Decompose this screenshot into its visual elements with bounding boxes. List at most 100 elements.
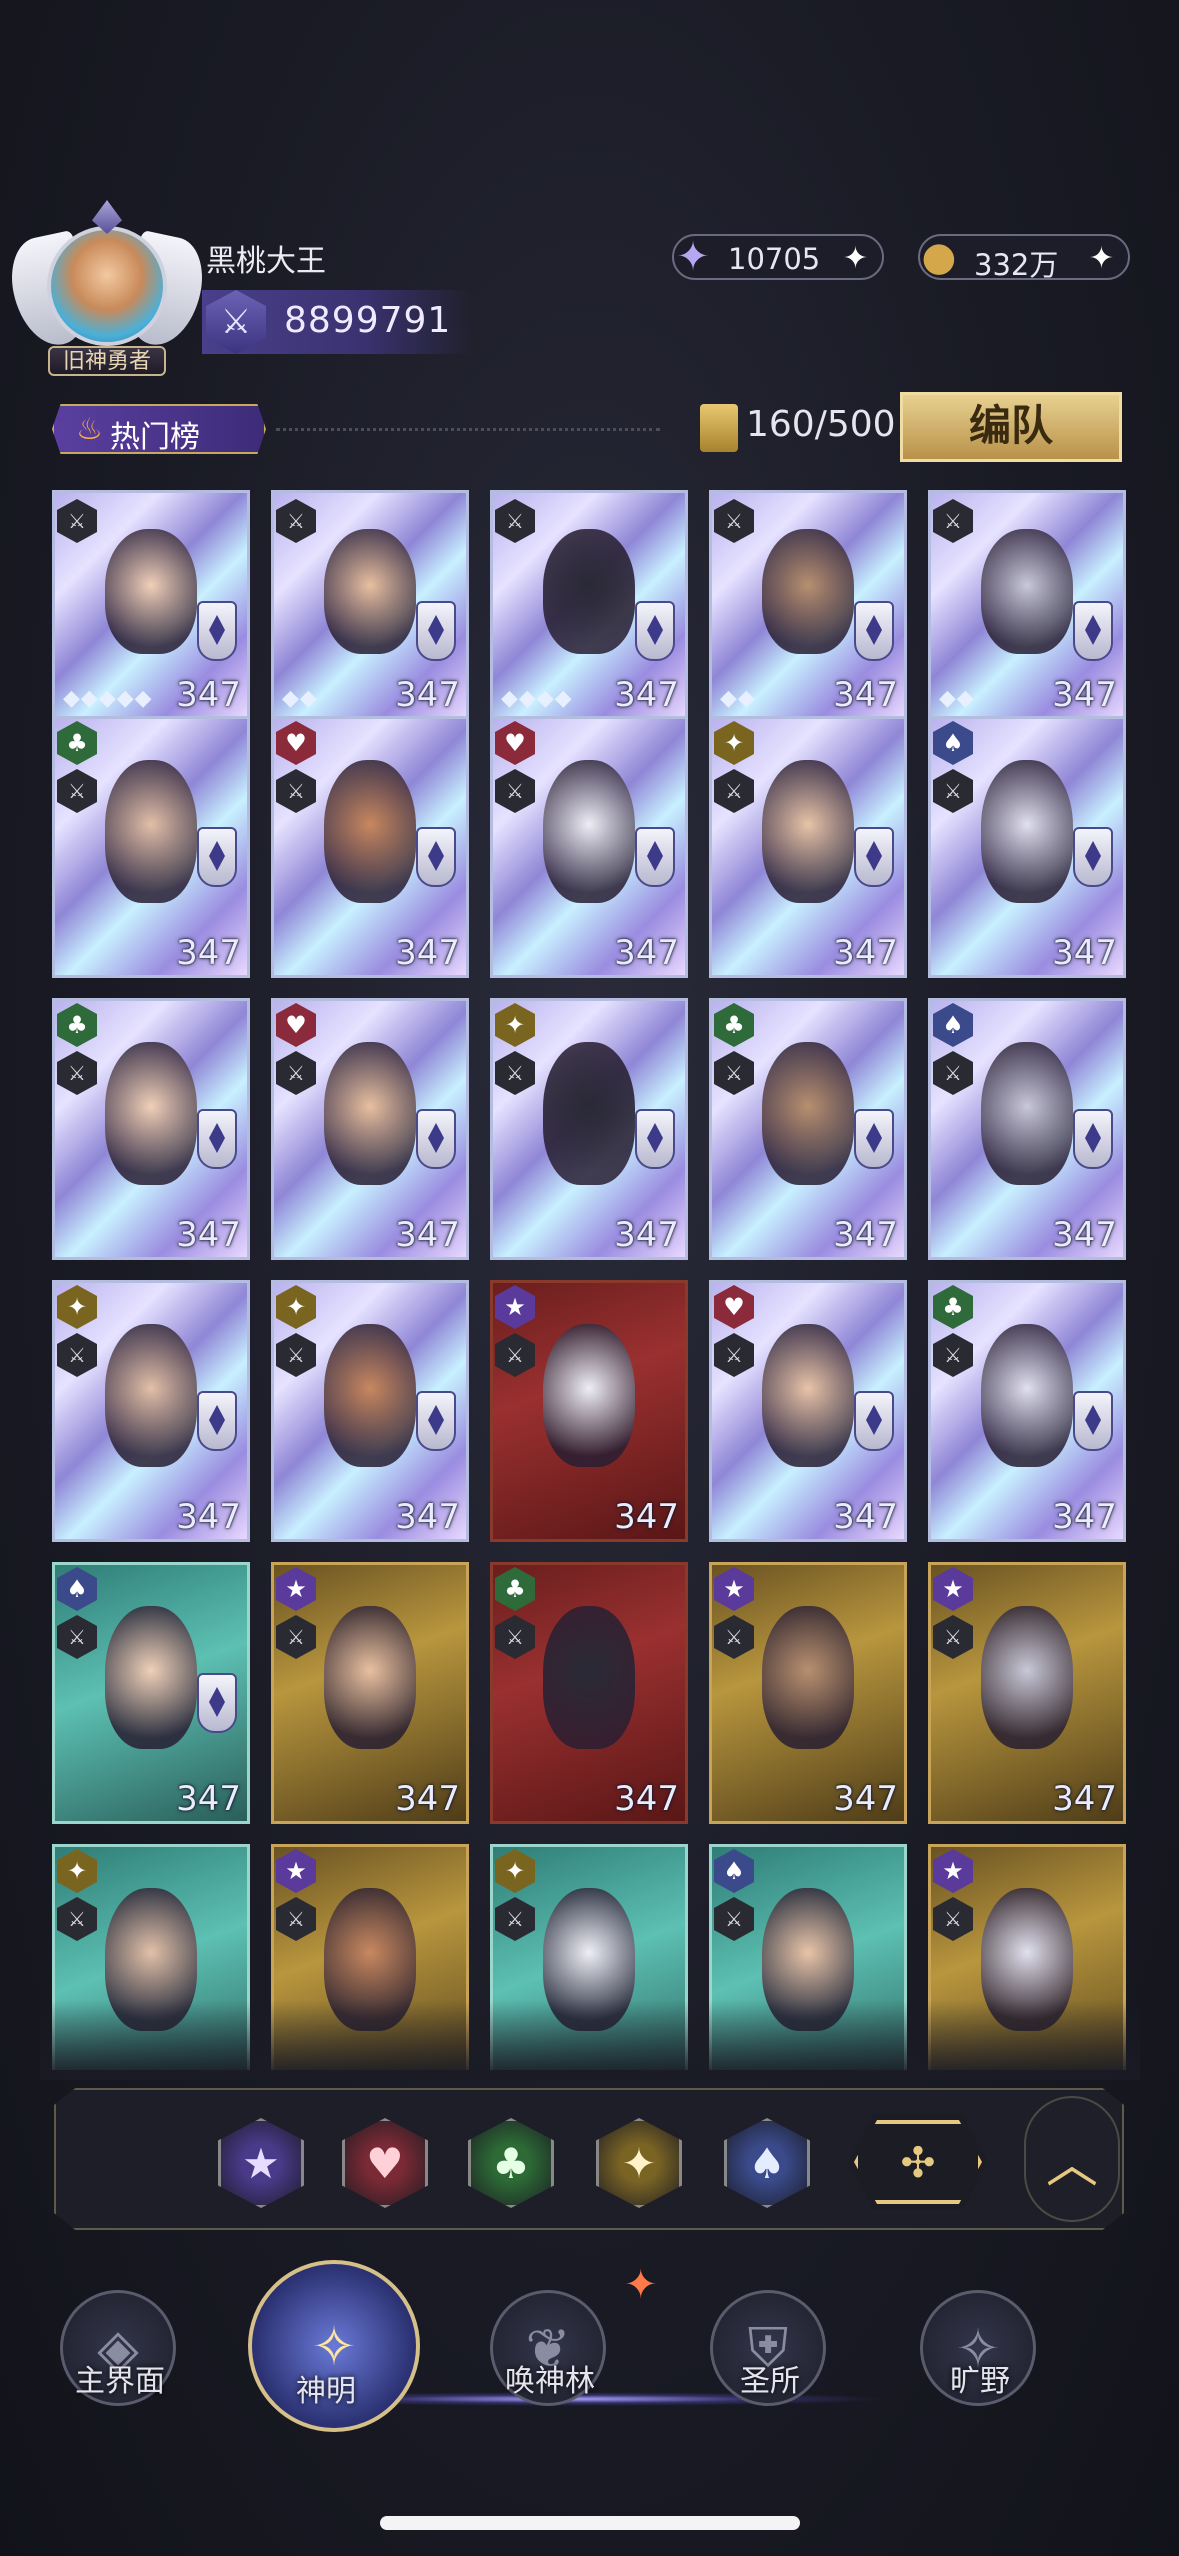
god-card[interactable]: ♣ ⚔ 347 — [52, 998, 250, 1260]
card-level: 347 — [395, 1497, 460, 1537]
god-card[interactable]: ✦ ⚔ 347 — [271, 1280, 469, 1542]
diamond-icon: ✦ — [621, 2138, 657, 2188]
god-card[interactable]: ★ ⚔ 347 — [490, 1280, 688, 1542]
god-card[interactable]: ★ ⚔ 347 — [271, 1562, 469, 1824]
god-card[interactable]: ✦ ⚔ 347 — [52, 1280, 250, 1542]
coin-value: 332万 — [974, 248, 1059, 282]
rank-shield-icon — [635, 1109, 675, 1169]
card-level: 347 — [1052, 1497, 1117, 1537]
rank-shield-icon — [197, 1391, 237, 1451]
collapse-filter-button[interactable]: ︿ — [1024, 2096, 1120, 2222]
club-icon: ♣ — [492, 2138, 530, 2188]
all-filter-button[interactable]: ✣ — [848, 2114, 988, 2210]
gold-coin-icon: ● — [921, 234, 957, 280]
rank-shield-icon — [635, 601, 675, 661]
god-card[interactable]: ⚔ ◆◆◆◆ 347 — [490, 490, 688, 720]
team-formation-button[interactable]: 编队 — [900, 392, 1122, 462]
character-portrait — [542, 1605, 636, 1750]
hot-ranking-tab[interactable]: ♨ 热门榜 — [52, 404, 266, 454]
nav-gods-card[interactable]: ✧ 神明 — [226, 2258, 426, 2448]
card-level: 347 — [833, 1779, 898, 1819]
character-portrait — [323, 528, 417, 655]
rank-shield-icon — [854, 827, 894, 887]
card-capacity-icon — [700, 404, 738, 452]
god-card[interactable]: ⚔ ◆◆ 347 — [928, 490, 1126, 720]
god-card[interactable]: ♣ ⚔ 347 — [52, 716, 250, 978]
card-level: 347 — [614, 1779, 679, 1819]
crystal-value: 10705 — [728, 242, 821, 276]
nav-compass[interactable]: ✧ 旷野 — [880, 2260, 1080, 2450]
god-card[interactable]: ♣ ⚔ 347 — [709, 998, 907, 1260]
all-suits-icon: ✣ — [900, 2137, 936, 2187]
nav-summon-tree[interactable]: ❦ 唤神林 — [450, 2260, 650, 2450]
rank-shield-icon — [635, 827, 675, 887]
god-card[interactable]: ♥ ⚔ 347 — [271, 998, 469, 1260]
card-level: 347 — [1052, 1779, 1117, 1819]
card-level: 347 — [176, 1497, 241, 1537]
god-card[interactable]: ★ ⚔ 347 — [709, 1562, 907, 1824]
card-level: 347 — [614, 933, 679, 973]
star-rating: ◆◆ — [282, 686, 318, 711]
star-icon: ★ — [242, 2138, 280, 2188]
nav-home-emblem[interactable]: ◈ 主界面 — [20, 2260, 220, 2450]
character-portrait — [542, 1041, 636, 1186]
god-card[interactable]: ♥ ⚔ 347 — [271, 716, 469, 978]
god-card[interactable]: ♠ ⚔ 347 — [928, 998, 1126, 1260]
rank-shield-icon — [854, 1109, 894, 1169]
god-card[interactable]: ★ ⚔ 347 — [928, 1562, 1126, 1824]
god-card[interactable]: ♠ ⚔ 347 — [928, 716, 1126, 978]
card-level: 347 — [176, 675, 241, 715]
god-card[interactable]: ⚔ ◆◆ 347 — [709, 490, 907, 720]
add-crystal-icon[interactable]: ✦ — [843, 241, 868, 276]
card-level: 347 — [395, 1215, 460, 1255]
card-level: 347 — [1052, 1215, 1117, 1255]
avatar-title-plate: 旧神勇者 — [48, 346, 166, 376]
card-level: 347 — [176, 1215, 241, 1255]
dotted-divider — [276, 428, 660, 431]
hot-ranking-label: 热门榜 — [110, 420, 200, 455]
coin-counter[interactable]: ● 332万 ✦ — [918, 234, 1130, 282]
card-level: 347 — [395, 933, 460, 973]
home-indicator[interactable] — [380, 2516, 800, 2530]
player-avatar[interactable]: 旧神勇者 — [3, 196, 211, 382]
rank-shield-icon — [1073, 601, 1113, 661]
character-portrait — [542, 528, 636, 655]
rank-shield-icon — [854, 601, 894, 661]
god-card[interactable]: ⚔ ◆◆◆◆◆ 347 — [52, 490, 250, 720]
god-card[interactable]: ♠ ⚔ 347 — [52, 1562, 250, 1824]
rank-shield-icon — [854, 1391, 894, 1451]
god-card[interactable]: ♥ ⚔ 347 — [709, 1280, 907, 1542]
card-level: 347 — [614, 675, 679, 715]
god-card[interactable]: ⚔ ◆◆ 347 — [271, 490, 469, 720]
card-level: 347 — [1052, 675, 1117, 715]
character-portrait — [980, 759, 1074, 904]
crystal-counter[interactable]: ✦ 10705 ✦ — [672, 234, 884, 280]
character-portrait — [323, 1041, 417, 1186]
god-card[interactable]: ♥ ⚔ 347 — [490, 716, 688, 978]
god-card[interactable]: ✦ ⚔ 347 — [709, 716, 907, 978]
nav-label: 唤神林 — [505, 2364, 595, 2399]
nav-label: 神明 — [296, 2374, 356, 2409]
rank-shield-icon — [416, 1391, 456, 1451]
rank-shield-icon — [197, 1109, 237, 1169]
character-portrait — [104, 528, 198, 655]
god-card[interactable]: ♣ ⚔ 347 — [490, 1562, 688, 1824]
god-card-grid: ⚔ ◆◆◆◆◆ 347 ⚔ ◆◆ 347 ⚔ ◆◆◆◆ 347 ⚔ ◆◆ 347 ⚔ ◆◆ 347 ♣ ⚔ 347… — [52, 490, 1127, 2070]
character-portrait — [104, 1041, 198, 1186]
nav-sanctuary[interactable]: ⛨ 圣所 — [670, 2260, 870, 2450]
card-level: 347 — [833, 1215, 898, 1255]
rank-shield-icon — [1073, 827, 1113, 887]
rank-shield-icon — [416, 1109, 456, 1169]
god-card[interactable]: ♣ ⚔ 347 — [928, 1280, 1126, 1542]
flame-icon: ♨ — [76, 412, 103, 447]
star-rating: ◆◆◆◆ — [501, 686, 573, 711]
add-coin-icon[interactable]: ✦ — [1089, 241, 1114, 276]
card-level: 347 — [833, 1497, 898, 1537]
character-portrait — [542, 759, 636, 904]
card-level: 347 — [1052, 933, 1117, 973]
god-card[interactable]: ✦ ⚔ 347 — [490, 998, 688, 1260]
character-portrait — [761, 1323, 855, 1468]
spade-icon: ♠ — [748, 2138, 786, 2188]
star-rating: ◆◆ — [939, 686, 975, 711]
power-value: 8899791 — [284, 300, 452, 341]
